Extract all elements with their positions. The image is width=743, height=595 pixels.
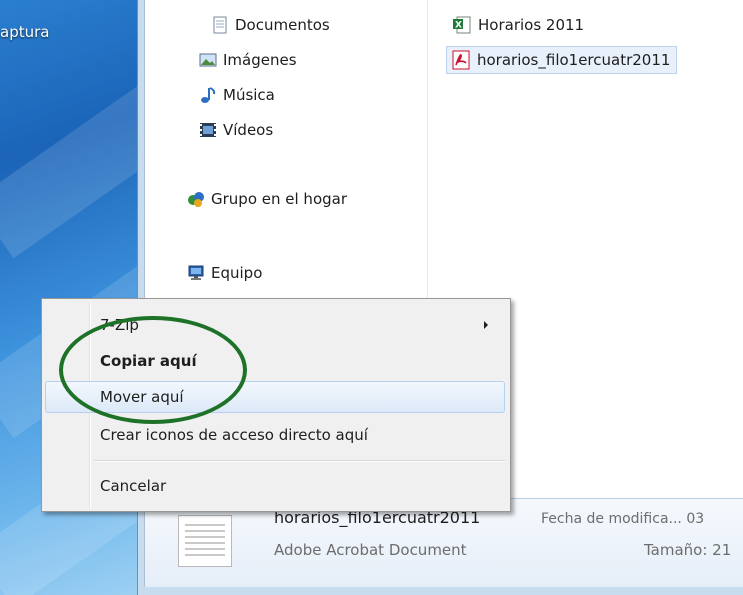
menu-item-label: Copiar aquí — [100, 352, 197, 370]
pictures-icon — [199, 51, 217, 69]
file-name: Horarios 2011 — [478, 16, 585, 34]
nav-item-imagenes[interactable]: Imágenes — [199, 49, 297, 71]
file-name: horarios_filo1ercuatr2011 — [477, 51, 671, 69]
details-file-type: Adobe Acrobat Document — [274, 541, 467, 559]
nav-item-documentos[interactable]: Documentos — [211, 14, 330, 36]
menu-item-mover-aqui[interactable]: Mover aquí — [45, 381, 505, 413]
details-file-size: Tamaño: 21 — [644, 541, 732, 559]
menu-separator — [94, 460, 505, 462]
desktop-light-streak — [0, 51, 150, 259]
videos-icon — [199, 121, 217, 139]
excel-icon: X — [452, 15, 472, 35]
nav-item-label: Grupo en el hogar — [211, 190, 347, 208]
nav-item-videos[interactable]: Vídeos — [199, 119, 273, 141]
menu-item-cancelar[interactable]: Cancelar — [45, 470, 505, 502]
menu-item-label: Mover aquí — [100, 388, 184, 406]
nav-item-label: Vídeos — [223, 121, 274, 139]
menu-item-7zip[interactable]: 7-Zip — [45, 309, 505, 341]
menu-item-label: 7-Zip — [100, 316, 139, 334]
svg-text:X: X — [455, 21, 462, 31]
file-item-horarios-2011[interactable]: X Horarios 2011 — [448, 12, 590, 38]
documents-icon — [211, 16, 229, 34]
pdf-icon — [451, 50, 471, 70]
menu-item-copiar-aqui[interactable]: Copiar aquí — [45, 345, 505, 377]
nav-item-label: Documentos — [235, 16, 330, 34]
submenu-arrow-icon — [484, 321, 488, 329]
file-item-horarios-filo[interactable]: horarios_filo1ercuatr2011 — [446, 46, 678, 74]
nav-item-equipo[interactable]: Equipo — [187, 262, 262, 284]
menu-item-crear-acceso-directo[interactable]: Crear iconos de acceso directo aquí — [45, 419, 505, 451]
file-thumbnail — [178, 515, 232, 567]
nav-item-musica[interactable]: Música — [199, 84, 275, 106]
nav-item-label: Música — [223, 86, 275, 104]
homegroup-icon — [187, 190, 205, 208]
nav-item-label: Equipo — [211, 264, 263, 282]
details-modified-date: Fecha de modifica... 03 — [541, 511, 705, 527]
computer-icon — [187, 264, 205, 282]
context-menu: 7-Zip Copiar aquí Mover aquí Crear icono… — [41, 298, 511, 512]
music-icon — [199, 86, 217, 104]
nav-item-homegroup[interactable]: Grupo en el hogar — [187, 188, 347, 210]
desktop-icon-label[interactable]: aptura — [0, 23, 49, 41]
nav-item-label: Imágenes — [223, 51, 297, 69]
menu-item-label: Crear iconos de acceso directo aquí — [100, 426, 368, 444]
menu-item-label: Cancelar — [100, 477, 167, 495]
